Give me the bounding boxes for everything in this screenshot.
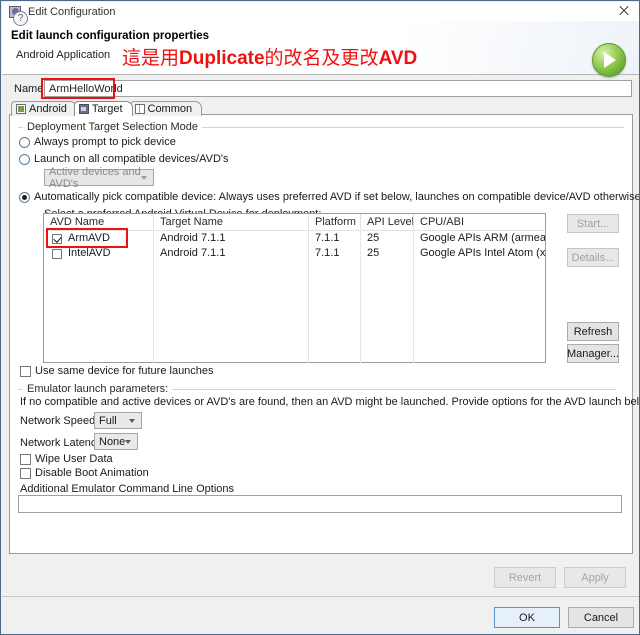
chevron-down-icon — [141, 176, 147, 180]
avd-platform-value: 7.1.1 — [309, 246, 361, 261]
refresh-button[interactable]: Refresh — [567, 322, 619, 341]
active-devices-combo[interactable]: Active devices and AVD's — [44, 166, 154, 190]
tab-android[interactable]: Android — [11, 101, 77, 116]
checkbox-indicator — [20, 453, 31, 465]
annotation-part-4: AVD — [378, 48, 418, 69]
tab-android-label: Android — [29, 103, 67, 115]
radio-indicator — [19, 191, 30, 203]
edit-configuration-dialog: Edit Configuration Edit launch configura… — [0, 0, 640, 635]
column-header-cpu-abi[interactable]: CPU/ABI — [414, 214, 545, 230]
title-bar: Edit Configuration — [2, 2, 639, 21]
start-button[interactable]: Start... — [567, 214, 619, 233]
tab-common[interactable]: Common — [129, 101, 203, 116]
annotation-part-1: 這是用 — [122, 48, 180, 69]
banner-subtitle: Android Application — [16, 49, 111, 61]
annotation-part-3: 的改名及更改 — [264, 48, 379, 69]
avd-row-checkbox[interactable] — [52, 248, 62, 259]
chevron-down-icon — [129, 419, 135, 423]
additional-options-input[interactable] — [18, 495, 622, 513]
avd-name-value: IntelAVD — [68, 247, 111, 259]
banner-title: Edit launch configuration properties — [11, 30, 210, 42]
radio-indicator — [19, 136, 30, 148]
avd-table-header: AVD Name Target Name Platform API Level … — [44, 214, 545, 231]
header-banner: Edit launch configuration properties And… — [2, 21, 639, 77]
name-row: Name: — [2, 78, 639, 99]
avd-api-value: 25 — [361, 246, 414, 261]
wipe-user-data-checkbox[interactable]: Wipe User Data — [20, 453, 113, 465]
ok-button[interactable]: OK — [494, 607, 560, 628]
revert-button[interactable]: Revert — [494, 567, 556, 588]
column-header-api-level[interactable]: API Level — [361, 214, 414, 230]
avd-row-checkbox[interactable] — [52, 233, 62, 244]
network-latency-label: Network Latency: — [20, 437, 105, 449]
network-speed-value: Full — [99, 414, 117, 427]
tab-target-label: Target — [91, 103, 123, 115]
disable-boot-animation-checkbox[interactable]: Disable Boot Animation — [20, 467, 149, 479]
use-same-device-checkbox[interactable]: Use same device for future launches — [20, 365, 214, 377]
column-header-target-name[interactable]: Target Name — [154, 214, 309, 230]
emulator-description: If no compatible and active devices or A… — [20, 396, 640, 408]
tab-target[interactable]: Target — [73, 101, 133, 116]
radio-always-prompt[interactable]: Always prompt to pick device — [19, 136, 176, 148]
emulator-group-title: Emulator launch parameters: — [23, 383, 173, 395]
avd-table[interactable]: AVD Name Target Name Platform API Level … — [43, 213, 546, 363]
checkbox-indicator — [20, 365, 31, 377]
tab-common-label: Common — [147, 103, 193, 115]
network-latency-combo[interactable]: None — [94, 433, 138, 450]
run-play-icon — [592, 43, 626, 77]
avd-target-value: Android 7.1.1 — [154, 231, 309, 246]
cancel-button[interactable]: Cancel — [568, 607, 634, 628]
android-file-icon — [16, 104, 26, 114]
name-label: Name: — [14, 83, 47, 95]
details-button[interactable]: Details... — [567, 248, 619, 267]
radio-launch-all[interactable]: Launch on all compatible devices/AVD's — [19, 153, 229, 165]
avd-api-value: 25 — [361, 231, 414, 246]
column-header-platform[interactable]: Platform — [309, 214, 361, 230]
table-row[interactable]: ArmAVD Android 7.1.1 7.1.1 25 Google API… — [44, 231, 545, 246]
annotation-text: 這是用Duplicate的改名及更改AVD — [122, 43, 417, 70]
tab-strip: Android Target Common — [11, 100, 203, 116]
checkbox-indicator — [20, 467, 31, 479]
help-icon[interactable]: ? — [13, 11, 28, 26]
disable-boot-animation-label: Disable Boot Animation — [35, 467, 149, 479]
radio-indicator — [19, 153, 30, 165]
additional-options-label: Additional Emulator Command Line Options — [20, 483, 235, 495]
window-title: Edit Configuration — [28, 5, 116, 18]
target-device-icon — [78, 104, 89, 114]
deployment-group: Deployment Target Selection Mode — [18, 121, 624, 133]
apply-button[interactable]: Apply — [564, 567, 626, 588]
network-speed-combo[interactable]: Full — [94, 412, 142, 429]
common-page-icon — [134, 104, 145, 114]
active-devices-combo-value: Active devices and AVD's — [49, 165, 141, 190]
manager-button[interactable]: Manager... — [567, 344, 619, 363]
avd-cpu-value: Google APIs ARM (armeabi-v7a) — [420, 232, 545, 244]
network-speed-label: Network Speed: — [20, 415, 99, 427]
radio-always-prompt-label: Always prompt to pick device — [34, 136, 176, 148]
radio-launch-all-label: Launch on all compatible devices/AVD's — [34, 153, 229, 165]
name-input[interactable] — [44, 80, 632, 97]
annotation-part-2: Duplicate — [179, 48, 265, 69]
close-icon[interactable] — [618, 5, 630, 17]
radio-auto-pick-label: Automatically pick compatible device: Al… — [34, 191, 640, 203]
deployment-group-title: Deployment Target Selection Mode — [23, 121, 203, 133]
chevron-down-icon — [125, 440, 131, 444]
column-header-avd-name[interactable]: AVD Name — [44, 214, 154, 230]
avd-target-value: Android 7.1.1 — [154, 246, 309, 261]
table-row[interactable]: IntelAVD Android 7.1.1 7.1.1 25 Google A… — [44, 246, 545, 261]
use-same-device-label: Use same device for future launches — [35, 365, 214, 377]
avd-name-value: ArmAVD — [68, 232, 110, 244]
network-latency-value: None — [99, 435, 126, 448]
emulator-group: Emulator launch parameters: — [18, 383, 616, 395]
radio-auto-pick[interactable]: Automatically pick compatible device: Al… — [19, 191, 640, 203]
wipe-user-data-label: Wipe User Data — [35, 453, 113, 465]
avd-platform-value: 7.1.1 — [309, 231, 361, 246]
avd-cpu-value: Google APIs Intel Atom (x86_64) — [420, 247, 545, 259]
